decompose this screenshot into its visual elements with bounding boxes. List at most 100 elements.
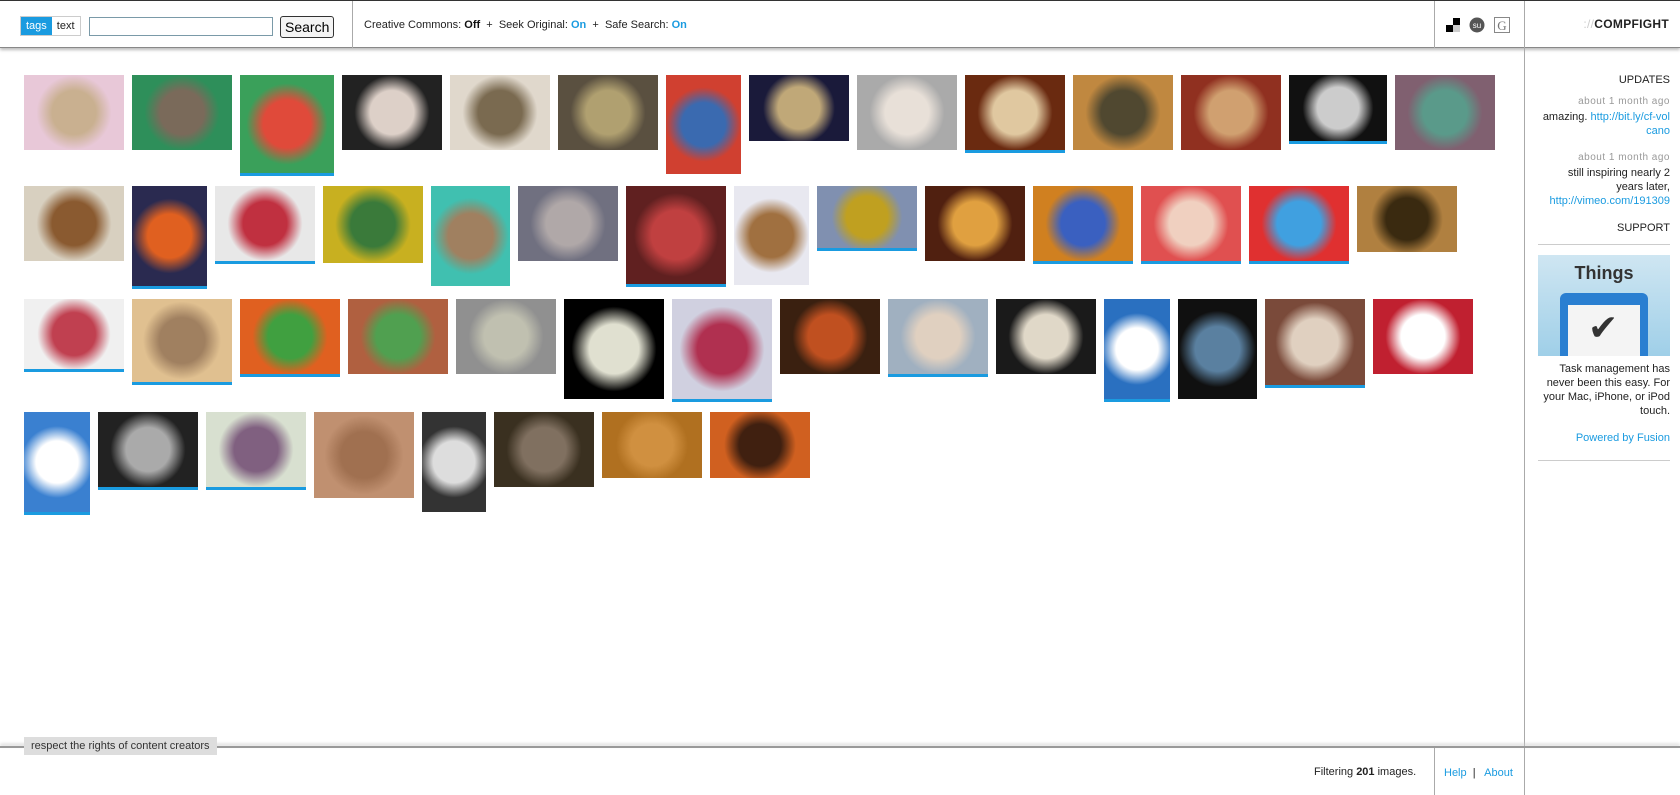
ad-title: Things (1574, 263, 1634, 283)
thumbnail-image[interactable] (672, 299, 772, 402)
thumbnail-image[interactable] (98, 412, 198, 490)
thumbnail-image[interactable] (431, 186, 510, 286)
cc-toggle[interactable]: Off (464, 19, 480, 31)
cc-label: Creative Commons: (364, 19, 462, 31)
checkmark-icon: ✔ (1588, 307, 1619, 348)
updates-heading: UPDATES (1618, 74, 1670, 86)
thumbnail-image[interactable] (602, 412, 702, 478)
thumbnail-image[interactable] (24, 299, 124, 372)
top-bar: tags text Search Creative Commons: Off +… (0, 0, 1680, 48)
thumbnail-image[interactable] (24, 412, 90, 515)
divider (1434, 748, 1435, 795)
separator: + (486, 19, 493, 31)
search-button[interactable]: Search (280, 16, 335, 38)
support-heading: SUPPORT (1617, 222, 1670, 234)
thumbnail-image[interactable] (734, 186, 809, 285)
thumbnail-image[interactable] (965, 75, 1065, 153)
sidebar: UPDATES about 1 month ago amazing. http:… (1524, 48, 1680, 471)
update-time: about 1 month ago (1578, 152, 1670, 163)
safe-label: Safe Search: (604, 19, 669, 31)
thumbnail-image[interactable] (1265, 299, 1365, 388)
thumbnail-image[interactable] (215, 186, 315, 264)
thumbnail-image[interactable] (24, 75, 124, 150)
thumbnail-image[interactable] (817, 186, 917, 251)
thumbnail-image[interactable] (132, 186, 207, 289)
update-link[interactable]: http://vimeo.com/191309 (1550, 195, 1670, 207)
thumbnail-image[interactable] (1033, 186, 1133, 264)
about-link[interactable]: About (1484, 767, 1513, 779)
thumbnail-image[interactable] (564, 299, 664, 399)
delicious-icon[interactable] (1446, 18, 1460, 32)
thumbnail-image[interactable] (996, 299, 1096, 374)
update-time: about 1 month ago (1578, 96, 1670, 107)
tab-text[interactable]: text (52, 17, 80, 35)
thumbnail-row (24, 75, 1504, 176)
thumbnail-image[interactable] (888, 299, 988, 377)
update-link[interactable]: http://bit.ly/cf-volcano (1591, 111, 1670, 137)
thumbnail-image[interactable] (626, 186, 726, 287)
search-mode-toggle: tags text (20, 16, 81, 36)
thumbnail-image[interactable] (132, 299, 232, 385)
things-ad-image[interactable]: Things ✔ (1538, 255, 1670, 356)
filter-count: Filtering 201 images. (1314, 766, 1417, 778)
thumbnail-image[interactable] (450, 75, 550, 150)
ad-text[interactable]: Task management has never been this easy… (1538, 362, 1670, 418)
thumbnail-image[interactable] (342, 75, 442, 150)
thumbnail-row (24, 186, 1504, 289)
svg-text:su: su (1473, 21, 1481, 30)
thumbnail-image[interactable] (132, 75, 232, 150)
thumbnail-image[interactable] (518, 186, 618, 261)
thumbnail-image[interactable] (422, 412, 486, 512)
thumbnail-image[interactable] (558, 75, 658, 150)
thumbnail-image[interactable] (240, 299, 340, 377)
thumbnail-image[interactable] (780, 299, 880, 374)
thumbnail-image[interactable] (348, 299, 448, 374)
divider (1524, 1, 1525, 48)
safe-toggle[interactable]: On (672, 19, 687, 31)
seek-label: Seek Original: (498, 19, 568, 31)
logo[interactable]: ://COMPFIGHT (1583, 17, 1669, 31)
separator: + (592, 19, 599, 31)
thumbnail-image[interactable] (1073, 75, 1173, 150)
thumbnail-image[interactable] (456, 299, 556, 374)
stumbleupon-icon[interactable]: su (1469, 17, 1485, 33)
update-item: still inspiring nearly 2 years later, ht… (1549, 167, 1670, 207)
image-grid (24, 75, 1504, 515)
thumbnail-image[interactable] (323, 186, 423, 263)
thumbnail-image[interactable] (710, 412, 810, 478)
thumbnail-row (24, 299, 1504, 402)
thumbnail-image[interactable] (1178, 299, 1257, 399)
thumbnail-image[interactable] (1181, 75, 1281, 150)
thumbnail-image[interactable] (1395, 75, 1495, 150)
powered-by-link[interactable]: Powered by Fusion (1576, 432, 1670, 444)
divider (1434, 1, 1435, 48)
filter-bar: Creative Commons: Off + Seek Original: O… (364, 19, 687, 31)
thumbnail-image[interactable] (240, 75, 334, 176)
thumbnail-image[interactable] (925, 186, 1025, 261)
thumbnail-image[interactable] (666, 75, 741, 174)
help-link[interactable]: Help (1444, 767, 1467, 779)
thumbnail-image[interactable] (1289, 75, 1387, 144)
thumbnail-image[interactable] (1373, 299, 1473, 374)
separator: | (1472, 767, 1476, 779)
google-icon[interactable]: G (1494, 17, 1510, 33)
divider (352, 1, 353, 48)
thumbnail-row (24, 412, 1504, 515)
seek-toggle[interactable]: On (571, 19, 586, 31)
thumbnail-image[interactable] (1249, 186, 1349, 264)
footer-links: Help | About (1444, 767, 1513, 779)
update-item: amazing. http://bit.ly/cf-volcano (1542, 111, 1670, 137)
thumbnail-image[interactable] (24, 186, 124, 261)
thumbnail-image[interactable] (749, 75, 849, 141)
thumbnail-image[interactable] (1357, 186, 1457, 252)
tab-tags[interactable]: tags (21, 17, 52, 35)
thumbnail-image[interactable] (1104, 299, 1170, 402)
search-input[interactable] (89, 17, 273, 36)
divider (1538, 460, 1670, 461)
thumbnail-image[interactable] (494, 412, 594, 487)
thumbnail-image[interactable] (1141, 186, 1241, 264)
thumbnail-image[interactable] (314, 412, 414, 498)
thumbnail-image[interactable] (206, 412, 306, 490)
thumbnail-image[interactable] (857, 75, 957, 150)
svg-text:G: G (1497, 18, 1506, 33)
